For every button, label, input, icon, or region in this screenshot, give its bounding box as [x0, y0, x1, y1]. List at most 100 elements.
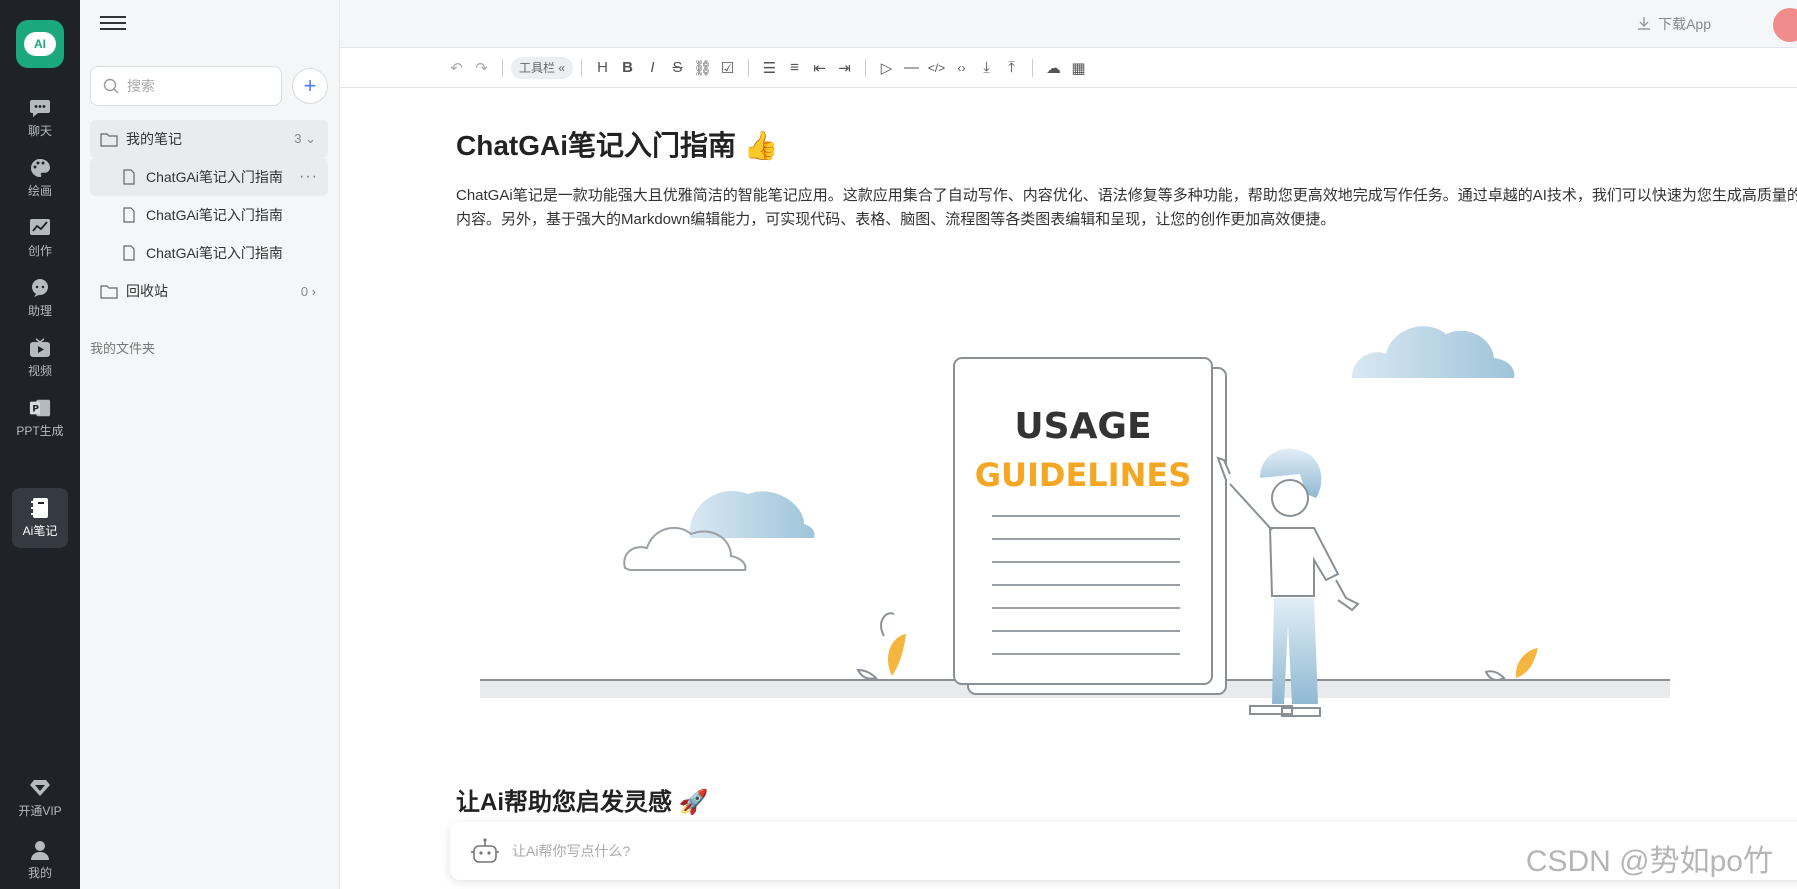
user-icon [29, 840, 51, 860]
link-icon[interactable]: ⛓ [690, 56, 715, 80]
section-heading: 让Ai帮助您启发灵感 🚀 [456, 789, 709, 816]
rail-item-notes[interactable]: Ai笔记 [12, 488, 68, 548]
search-box[interactable]: 搜索 [90, 66, 282, 106]
more-options-icon[interactable]: ··· [299, 168, 318, 186]
toolbar-divider [1032, 58, 1034, 77]
download-label: 下载App [1658, 16, 1711, 32]
tree-note-item[interactable]: ChatGAi笔记入门指南 ··· [90, 158, 328, 196]
chart-icon [29, 218, 51, 238]
video-icon [29, 337, 51, 358]
document-icon [123, 245, 135, 261]
rail-item-video[interactable]: 视频 [12, 328, 68, 388]
inline-code-icon[interactable]: ‹› [949, 56, 974, 80]
menu-toggle-icon[interactable] [100, 12, 126, 36]
ordered-list-icon[interactable]: ≡ [782, 56, 807, 80]
upload-icon[interactable]: ☁ [1041, 56, 1066, 80]
rocket-icon: 🚀 [678, 789, 709, 816]
svg-text:P: P [32, 403, 39, 414]
diamond-icon [29, 778, 51, 798]
rail-item-assistant[interactable]: 助理 [12, 268, 68, 328]
insert-after-icon[interactable]: ⤓ [974, 56, 999, 80]
tree-note-item[interactable]: ChatGAi笔记入门指南 [90, 196, 328, 234]
rail-label: 创作 [27, 243, 52, 258]
rail-label: 聊天 [27, 123, 52, 138]
rail-item-create[interactable]: 创作 [12, 208, 68, 268]
search-input[interactable]: 搜索 [127, 76, 155, 96]
folder-section-label: 我的文件夹 [90, 341, 156, 356]
thumbs-up-icon: 👍 [743, 130, 779, 161]
illustration-line1: USAGE [1014, 406, 1151, 447]
download-app-link[interactable]: 下载App [1636, 14, 1711, 34]
chat-icon [29, 98, 51, 118]
folder-icon [100, 285, 118, 299]
tree-note-item[interactable]: ChatGAi笔记入门指南 [90, 234, 328, 272]
tree-label: 我的笔记 [126, 131, 182, 147]
tree-label: ChatGAi笔记入门指南 [146, 207, 283, 223]
toolbar-divider [865, 58, 867, 77]
avatar[interactable] [1773, 8, 1797, 42]
bold-icon[interactable]: B [615, 56, 640, 80]
document-title: ChatGAi笔记入门指南 👍 [456, 130, 779, 161]
quote-icon[interactable]: ▷ [874, 56, 899, 80]
palette-icon [29, 158, 51, 178]
notes-sidebar: 搜索 + 我的笔记 3 ⌄ ChatGAi笔记入门指南 ··· ChatGAi笔… [80, 0, 340, 889]
checkbox-icon[interactable]: ☑ [715, 56, 740, 80]
tree-folder-trash[interactable]: 回收站 0 › [90, 272, 328, 310]
code-block-icon[interactable]: </> [924, 56, 949, 80]
usage-guidelines-illustration: USAGE GUIDELINES [480, 326, 1670, 717]
add-note-button[interactable]: + [292, 68, 328, 104]
document-icon [123, 207, 135, 223]
ppt-icon: P [29, 398, 51, 418]
editor-toolbar: ↶ ↷ 工具栏 « H B I S ⛓ ☑ ☰ ≡ ⇤ ⇥ ▷ — </> ‹›… [340, 48, 1797, 88]
document-paragraph: ChatGAi笔记是一款功能强大且优雅简洁的智能笔记应用。这款应用集合了自动写作… [456, 187, 1797, 228]
tree-label: 回收站 [126, 283, 168, 299]
tree-label: ChatGAi笔记入门指南 [146, 245, 283, 261]
folder-icon [100, 133, 118, 147]
rail-label: PPT生成 [16, 423, 64, 438]
rail-item-ppt[interactable]: P PPT生成 [12, 388, 68, 448]
toolbar-divider [502, 58, 503, 77]
toolbar-toggle-button[interactable]: 工具栏 « [511, 56, 574, 79]
undo-icon[interactable]: ↶ [444, 56, 469, 80]
toolbar-divider [581, 58, 583, 77]
rail-item-chat[interactable]: 聊天 [12, 88, 68, 148]
indent-icon[interactable]: ⇥ [832, 56, 857, 80]
watermark-text: CSDN @势如po竹 [1525, 845, 1773, 878]
horizontal-rule-icon[interactable]: — [899, 56, 924, 80]
tree-label: ChatGAi笔记入门指南 [146, 169, 283, 185]
rail-label: 绘画 [27, 183, 52, 198]
table-icon[interactable]: ▦ [1066, 56, 1091, 80]
tree-count: 3 ⌄ [294, 131, 316, 146]
top-header: 下载App [340, 0, 1797, 48]
rail-label: 助理 [27, 303, 52, 318]
insert-before-icon[interactable]: ⤒ [999, 56, 1024, 80]
assistant-icon [29, 278, 51, 298]
download-icon [1638, 17, 1651, 30]
tree-folder-my-notes[interactable]: 我的笔记 3 ⌄ [90, 120, 328, 158]
rail-label: Ai笔记 [22, 523, 58, 538]
left-rail: AI 聊天 绘画 创作 助理 视频 P PPT生成 Ai笔记 开通VIP 我的 [0, 0, 80, 889]
outdent-icon[interactable]: ⇤ [807, 56, 832, 80]
redo-icon[interactable]: ↷ [469, 56, 494, 80]
tree-count: 0 › [300, 283, 316, 299]
editor-content[interactable]: ChatGAi笔记入门指南 👍 ChatGAi笔记是一款功能强大且优雅简洁的智能… [340, 88, 1797, 889]
rail-item-me[interactable]: 我的 [12, 830, 68, 889]
app-root: AI 聊天 绘画 创作 助理 视频 P PPT生成 Ai笔记 开通VIP 我的 … [0, 0, 1797, 889]
robot-icon [471, 838, 499, 863]
heading-icon[interactable]: H [590, 56, 615, 80]
document-icon [123, 169, 135, 185]
ai-prompt-input[interactable] [512, 843, 1112, 859]
bullet-list-icon[interactable]: ☰ [757, 56, 782, 80]
rail-label: 开通VIP [18, 803, 62, 818]
rail-item-paint[interactable]: 绘画 [12, 148, 68, 208]
logo-text: AI [24, 32, 56, 56]
rail-item-vip[interactable]: 开通VIP [12, 768, 68, 828]
search-icon [103, 78, 119, 94]
italic-icon[interactable]: I [640, 56, 665, 80]
rail-label: 视频 [27, 363, 52, 378]
strikethrough-icon[interactable]: S [665, 56, 690, 80]
toolbar-divider [748, 58, 750, 77]
illustration-line2: GUIDELINES [975, 456, 1192, 494]
rail-label: 我的 [27, 865, 52, 880]
app-logo[interactable]: AI [16, 20, 64, 68]
